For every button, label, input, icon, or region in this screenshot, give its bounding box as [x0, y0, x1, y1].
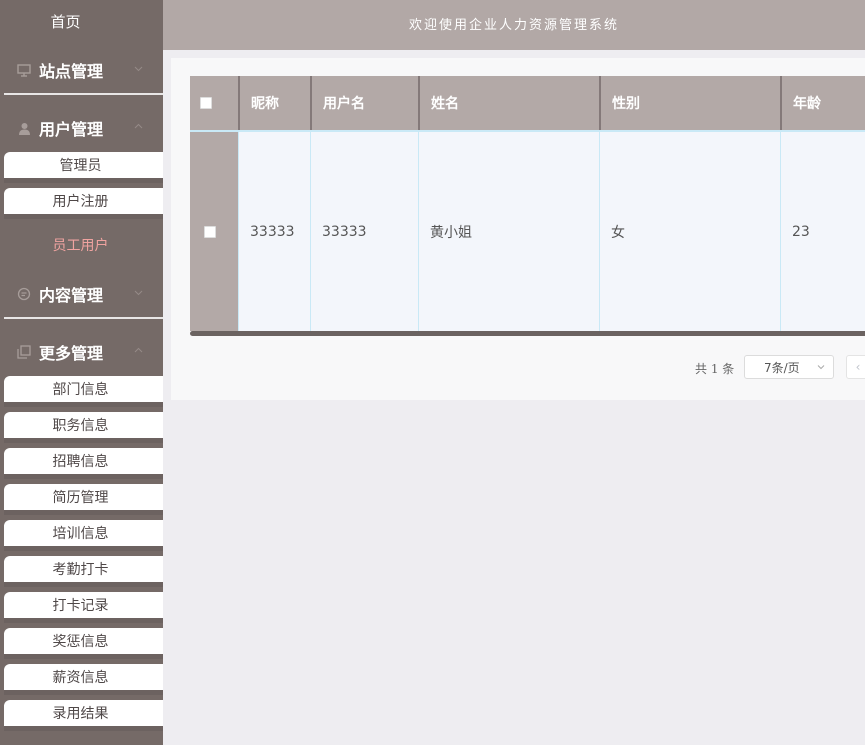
sidebar-item-employee-user[interactable]: 员工用户	[4, 229, 163, 260]
copy-icon	[16, 344, 32, 360]
divider	[4, 93, 163, 95]
menu-site-management-label: 站点管理	[39, 62, 104, 81]
page-size-value: 7条/页	[764, 360, 800, 375]
sidebar-item-hiring-result[interactable]: 录用结果	[4, 700, 163, 731]
sidebar-item-recruitment[interactable]: 招聘信息	[4, 448, 163, 479]
chevron-down-icon	[817, 365, 825, 370]
prev-page-button[interactable]: ‹	[846, 355, 865, 379]
sidebar-home-link[interactable]: 首页	[0, 0, 163, 43]
sidebar: 首页 站点管理 用户管理 管理员 用户注册 员工用户 内容管理 更多管理 部门信…	[0, 0, 163, 745]
cell-age: 23	[780, 132, 865, 331]
column-header-name[interactable]: 姓名	[418, 76, 599, 130]
column-header-username[interactable]: 用户名	[310, 76, 418, 130]
header-select-cell	[190, 76, 238, 130]
cell-name: 黄小姐	[418, 132, 599, 331]
menu-user-management-label: 用户管理	[39, 120, 104, 139]
chevron-up-icon	[134, 123, 143, 129]
sidebar-item-training[interactable]: 培训信息	[4, 520, 163, 551]
header-title: 欢迎使用企业人力资源管理系统	[408, 17, 619, 33]
menu-more-management[interactable]: 更多管理	[0, 324, 163, 380]
horizontal-scrollbar[interactable]	[190, 331, 865, 336]
sidebar-item-attendance-checkin[interactable]: 考勤打卡	[4, 556, 163, 587]
table-header: 昵称 用户名 姓名 性别 年龄	[190, 76, 865, 130]
divider	[4, 317, 163, 319]
pagination-total: 共 1 条	[695, 361, 735, 376]
menu-site-management[interactable]: 站点管理	[0, 42, 163, 98]
menu-user-management[interactable]: 用户管理	[0, 100, 163, 156]
cell-gender: 女	[599, 132, 780, 331]
sidebar-item-checkin-records[interactable]: 打卡记录	[4, 592, 163, 623]
chat-icon	[16, 286, 32, 302]
monitor-icon	[16, 62, 32, 78]
chevron-up-icon	[134, 347, 143, 353]
column-header-nickname[interactable]: 昵称	[238, 76, 310, 130]
menu-content-management-label: 内容管理	[39, 286, 104, 305]
content-panel: 昵称 用户名 姓名 性别 年龄 33333 33333 黄小姐 女 23	[171, 58, 865, 400]
page-size-select[interactable]: 7条/页	[744, 355, 834, 379]
user-icon	[16, 120, 32, 136]
row-select-cell	[190, 132, 238, 331]
sidebar-item-user-registration[interactable]: 用户注册	[4, 188, 163, 219]
menu-content-management[interactable]: 内容管理	[0, 266, 163, 322]
table-row[interactable]: 33333 33333 黄小姐 女 23	[190, 130, 865, 331]
sidebar-item-department[interactable]: 部门信息	[4, 376, 163, 407]
cell-username: 33333	[310, 132, 418, 331]
select-all-checkbox[interactable]	[200, 97, 212, 109]
menu-more-management-label: 更多管理	[39, 344, 104, 363]
sidebar-item-resume[interactable]: 简历管理	[4, 484, 163, 515]
cell-nickname: 33333	[238, 132, 310, 331]
sidebar-item-admin[interactable]: 管理员	[4, 152, 163, 183]
sidebar-item-position[interactable]: 职务信息	[4, 412, 163, 443]
row-checkbox[interactable]	[204, 226, 216, 238]
page-header: 欢迎使用企业人力资源管理系统	[163, 0, 865, 50]
sidebar-item-rewards-penalties[interactable]: 奖惩信息	[4, 628, 163, 659]
sidebar-item-salary[interactable]: 薪资信息	[4, 664, 163, 695]
chevron-down-icon	[134, 290, 143, 296]
column-header-gender[interactable]: 性别	[599, 76, 780, 130]
chevron-down-icon	[134, 66, 143, 72]
column-header-age[interactable]: 年龄	[780, 76, 865, 130]
